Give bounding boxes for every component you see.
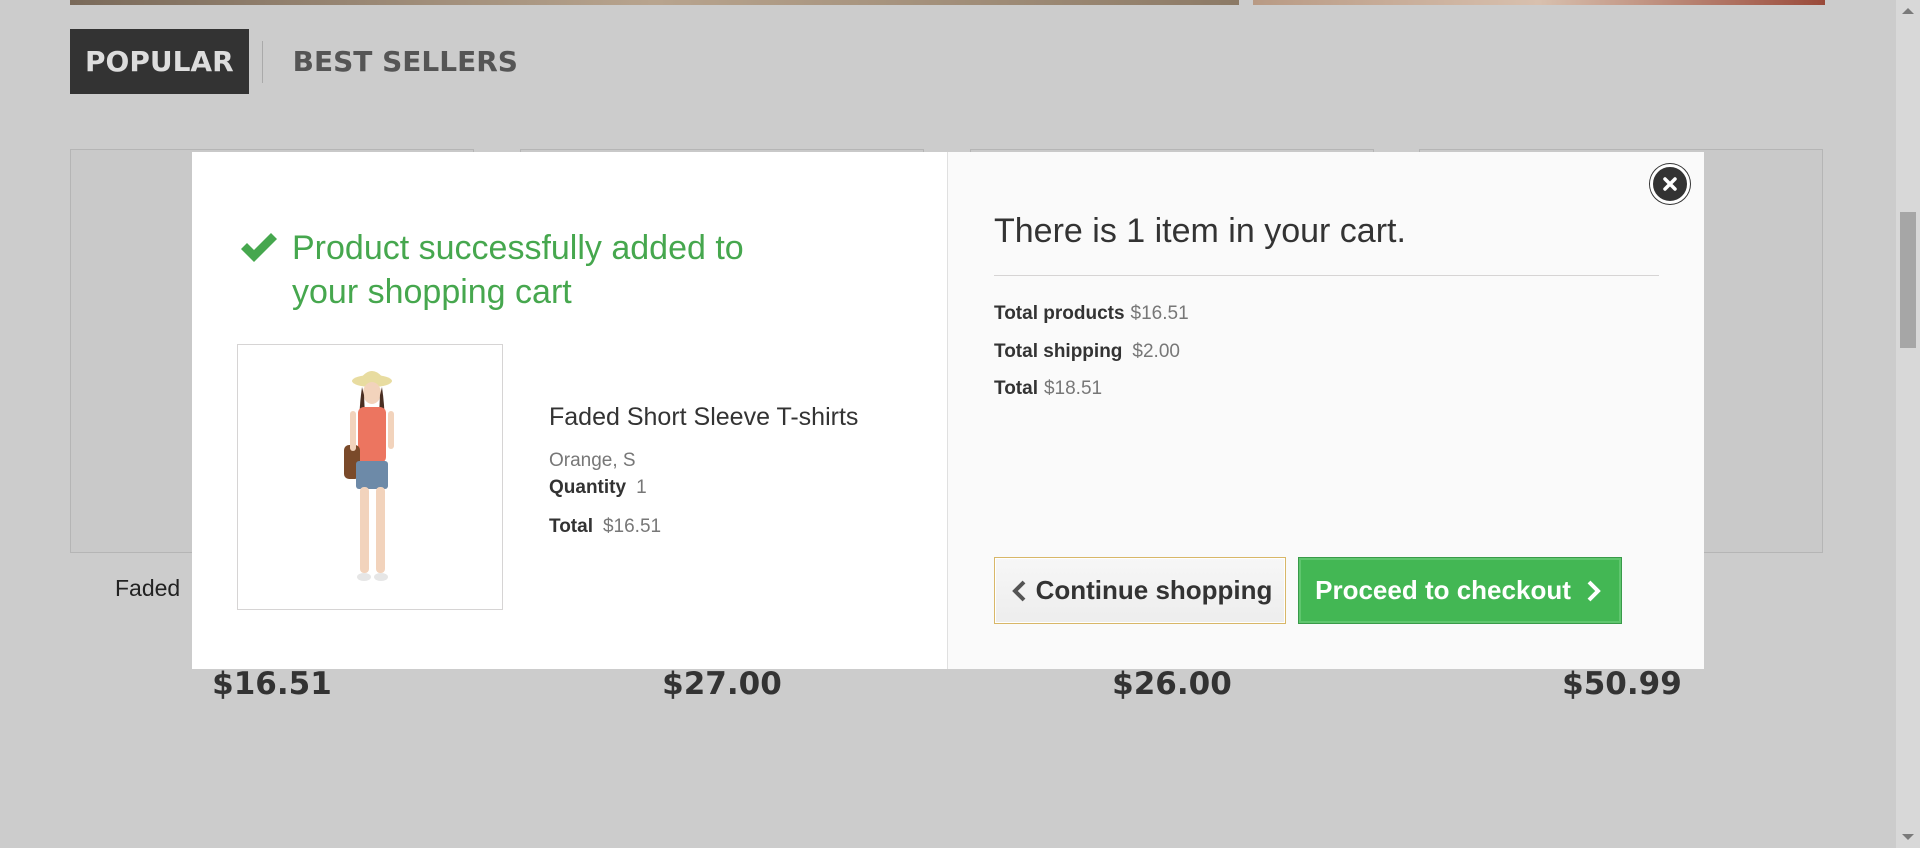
check-icon: [241, 233, 277, 262]
cart-total-value: $18.51: [1043, 378, 1103, 399]
product-price: $16.51: [212, 666, 332, 702]
cart-total: Total $18.51: [994, 378, 1102, 400]
product-name[interactable]: Faded: [115, 575, 180, 602]
modal-cart-panel: There is 1 item in your cart. Total prod…: [948, 152, 1704, 669]
tab-best-sellers[interactable]: BEST SELLERS: [293, 45, 518, 78]
quantity-label: Quantity: [549, 477, 627, 498]
total-products-value: $16.51: [1130, 303, 1189, 324]
cart-summary-title: There is 1 item in your cart.: [994, 212, 1406, 250]
total-shipping-label: Total shipping: [994, 341, 1123, 362]
tab-popular[interactable]: POPULAR: [70, 29, 249, 94]
chevron-right-icon: [1587, 580, 1601, 601]
cart-total-label: Total: [994, 378, 1038, 399]
add-to-cart-modal: Product successfully added to your shopp…: [192, 152, 1704, 669]
product-price: $26.00: [1112, 666, 1232, 702]
banner-image-left[interactable]: [70, 0, 1239, 5]
proceed-to-checkout-button[interactable]: Proceed to checkout: [1298, 557, 1622, 624]
scroll-thumb[interactable]: [1900, 212, 1916, 348]
chevron-left-icon: [1011, 580, 1025, 601]
product-total-value: $16.51: [602, 516, 662, 537]
scroll-up-arrow-icon[interactable]: [1902, 8, 1914, 14]
modal-product-panel: Product successfully added to your shopp…: [192, 152, 948, 669]
total-products-label: Total products: [994, 303, 1125, 324]
continue-shopping-label: Continue shopping: [1035, 575, 1273, 605]
success-title: Product successfully added to your shopp…: [292, 229, 744, 311]
page-scrollbar[interactable]: [1896, 0, 1920, 848]
cart-product-quantity: Quantity 1: [549, 477, 647, 499]
product-total-label: Total: [549, 516, 593, 537]
cart-product-attributes: Orange, S: [549, 450, 636, 471]
cart-product-total: Total $16.51: [549, 516, 661, 538]
total-shipping-value: $2.00: [1132, 341, 1180, 362]
cart-total-products: Total products $16.51: [994, 303, 1189, 325]
close-modal-button[interactable]: [1650, 164, 1690, 204]
cart-total-shipping: Total shipping $2.00: [994, 341, 1180, 363]
product-photo-woman: [344, 371, 394, 581]
quantity-value: 1: [636, 477, 647, 498]
scroll-down-arrow-icon[interactable]: [1902, 834, 1914, 840]
close-icon[interactable]: [1662, 176, 1678, 192]
cart-divider: [994, 275, 1659, 276]
continue-shopping-button[interactable]: Continue shopping: [994, 557, 1286, 624]
success-message: Product successfully added to your shopp…: [238, 226, 772, 314]
banner-image-right[interactable]: [1253, 0, 1825, 5]
product-image: [237, 344, 503, 610]
tab-divider: [261, 40, 263, 83]
product-price: $50.99: [1562, 666, 1682, 702]
proceed-to-checkout-label: Proceed to checkout: [1315, 575, 1571, 605]
cart-product-name: Faded Short Sleeve T-shirts: [549, 403, 859, 431]
product-tabs: POPULAR BEST SELLERS: [70, 29, 518, 94]
product-price: $27.00: [662, 666, 782, 702]
